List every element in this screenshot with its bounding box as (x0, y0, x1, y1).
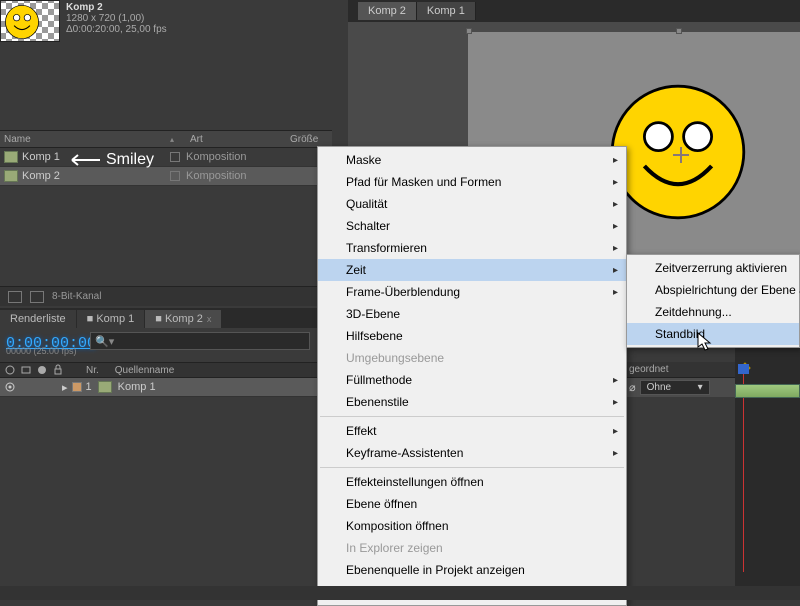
solo-icon[interactable] (36, 364, 48, 376)
comp-icon (4, 151, 18, 163)
close-tab-icon[interactable]: x (207, 314, 212, 324)
project-footer: 8-Bit-Kanal (0, 286, 332, 306)
tab-komp1[interactable]: ■ Komp 1 (77, 310, 145, 328)
menu-environment-layer: Umgebungsebene (318, 347, 626, 369)
project-comp-thumbnail[interactable] (0, 0, 60, 42)
project-item-name: Komp 2 (22, 170, 170, 182)
menu-mask-shape-path[interactable]: Pfad für Masken und Formen (318, 171, 626, 193)
menu-open-composition[interactable]: Komposition öffnen (318, 515, 626, 537)
timeline-column-headers: Nr. Quellenname (0, 362, 332, 378)
menu-keyframe-assistant[interactable]: Keyframe-Assistenten (318, 442, 626, 464)
col-number: Nr. (86, 365, 99, 376)
timeline-ruler[interactable] (735, 326, 800, 586)
pickwhip-icon[interactable]: ⌀ (629, 381, 636, 394)
project-item-type: Komposition (186, 170, 247, 182)
parent-dropdown[interactable]: Ohne ▾ (640, 380, 710, 395)
transform-handle[interactable] (466, 28, 472, 34)
menu-frame-blending[interactable]: Frame-Überblendung (318, 281, 626, 303)
layer-context-menu: Maske Pfad für Masken und Formen Qualitä… (317, 146, 627, 606)
new-folder-icon[interactable] (30, 291, 44, 303)
col-type[interactable]: Art (190, 134, 290, 145)
menu-switches[interactable]: Schalter (318, 215, 626, 237)
menu-mask[interactable]: Maske (318, 149, 626, 171)
menu-separator (320, 416, 624, 417)
menu-transform[interactable]: Transformieren (318, 237, 626, 259)
video-eye-icon[interactable] (4, 381, 16, 393)
submenu-freeze-frame[interactable]: Standbild (627, 323, 799, 345)
interpret-footage-icon[interactable] (8, 291, 22, 303)
menu-guide-layer[interactable]: Hilfsebene (318, 325, 626, 347)
menu-open-effect-controls[interactable]: Effekteinstellungen öffnen (318, 471, 626, 493)
layer-name: Komp 1 (118, 381, 156, 393)
project-thumb-area: Komp 2 1280 x 720 (1,00) Δ0:00:20:00, 25… (0, 0, 332, 50)
viewer-tab-komp1[interactable]: Komp 1 (417, 2, 476, 20)
menu-reveal-explorer: In Explorer zeigen (318, 537, 626, 559)
chevron-down-icon: ▾ (698, 382, 703, 393)
project-item-type: Komposition (186, 151, 247, 163)
col-size[interactable]: Größe (290, 134, 330, 145)
tab-dot-icon: ■ (155, 313, 165, 325)
twirl-icon[interactable]: ▸ (62, 381, 68, 394)
col-source: Quellenname (115, 365, 174, 376)
project-item-row[interactable]: Komp 1 Komposition (0, 148, 332, 167)
tab-komp2[interactable]: ■ Komp 2x (145, 310, 221, 328)
tab-renderlist[interactable]: Renderliste (0, 310, 76, 328)
submenu-enable-time-remap[interactable]: Zeitverzerrung aktivieren (627, 257, 799, 279)
menu-separator (320, 467, 624, 468)
label-color-box[interactable] (170, 152, 180, 162)
project-items-list: Komp 1 Komposition Komp 2 Komposition (0, 148, 332, 186)
menu-layer-styles[interactable]: Ebenenstile (318, 391, 626, 413)
audio-toggle-icon[interactable] (20, 364, 32, 376)
comp-dur: Δ0:00:20:00, 25,00 fps (66, 24, 167, 35)
annotation-arrow-label: Smiley (68, 151, 154, 169)
lock-icon[interactable] (52, 364, 64, 376)
arrow-left-icon (68, 153, 102, 167)
label-color-box[interactable] (170, 171, 180, 181)
viewer-tabs: Komp 2 Komp 1 (348, 0, 800, 22)
layer-duration-bar[interactable] (735, 384, 800, 398)
submenu-time-stretch[interactable]: Zeitdehnung... (627, 301, 799, 323)
project-comp-info: Komp 2 1280 x 720 (1,00) Δ0:00:20:00, 25… (60, 0, 173, 50)
layer-label-color[interactable] (72, 382, 82, 392)
comp-icon (4, 170, 18, 182)
status-bar (0, 586, 800, 600)
menu-blend-mode[interactable]: Füllmethode (318, 369, 626, 391)
menu-quality[interactable]: Qualität (318, 193, 626, 215)
timecode-sub: 00000 (25.00 fps) (6, 346, 77, 356)
col-name[interactable]: Name (0, 134, 170, 145)
annotation-text: Smiley (106, 151, 154, 169)
menu-3d-layer[interactable]: 3D-Ebene (318, 303, 626, 325)
sort-chevron-icon[interactable]: ▴ (170, 135, 180, 144)
video-toggle-icon[interactable] (4, 364, 16, 376)
timeline-search-input[interactable]: 🔍▾ (90, 332, 310, 350)
menu-effect[interactable]: Effekt (318, 420, 626, 442)
tab-dot-icon: ■ (87, 313, 97, 325)
comp-dims: 1280 x 720 (1,00) (66, 13, 167, 24)
menu-open-layer[interactable]: Ebene öffnen (318, 493, 626, 515)
search-dropdown-icon[interactable]: 🔍▾ (95, 335, 114, 348)
timeline-tabs: Renderliste ■ Komp 1 ■ Komp 2x (0, 308, 332, 328)
timeline-layers: ▸ 1 Komp 1 (0, 378, 332, 397)
menu-reveal-source-project[interactable]: Ebenenquelle in Projekt anzeigen (318, 559, 626, 581)
anchor-point-icon[interactable] (676, 150, 686, 160)
mouse-cursor-icon (697, 332, 713, 352)
menu-time[interactable]: Zeit (318, 259, 626, 281)
viewer-tab-komp2[interactable]: Komp 2 (358, 2, 417, 20)
timeline-layer-row[interactable]: ▸ 1 Komp 1 (0, 378, 332, 397)
project-item-row[interactable]: Komp 2 Komposition (0, 167, 332, 186)
smiley-thumb-icon (4, 4, 40, 40)
project-columns-header: Name ▴ Art Größe (0, 130, 332, 148)
bit-depth-button[interactable]: 8-Bit-Kanal (52, 291, 101, 302)
comp-icon (98, 381, 112, 393)
transform-handle[interactable] (676, 28, 682, 34)
time-submenu: Zeitverzerrung aktivieren Abspielrichtun… (626, 254, 800, 348)
comp-name: Komp 2 (66, 2, 167, 13)
playhead[interactable] (743, 372, 744, 572)
layer-number: 1 (86, 381, 92, 393)
submenu-reverse-layer[interactable]: Abspielrichtung der Ebene ändern (627, 279, 799, 301)
